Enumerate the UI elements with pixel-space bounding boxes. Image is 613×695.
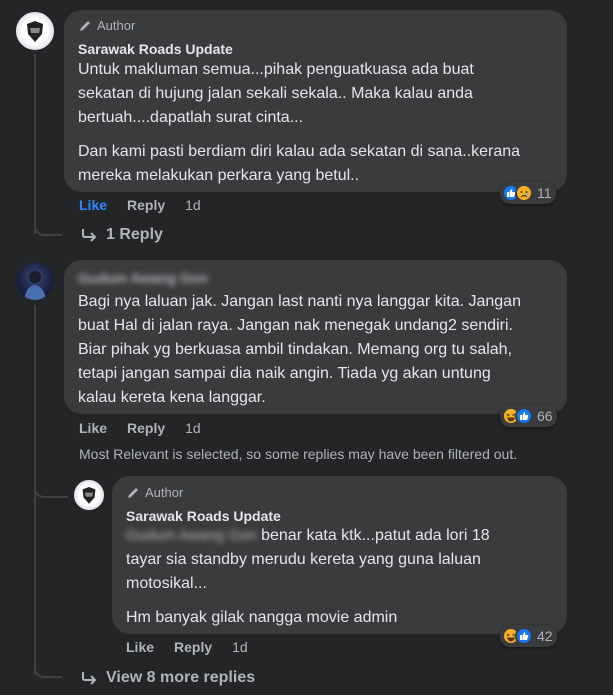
- reply-button[interactable]: Reply: [127, 197, 165, 213]
- like-button[interactable]: Like: [79, 197, 107, 213]
- thread-curve: [34, 480, 68, 498]
- author-badge-label: Author: [145, 485, 184, 500]
- text-line: motosikal...: [126, 575, 207, 592]
- author-badge: Author: [126, 485, 183, 500]
- user-avatar[interactable]: [16, 262, 54, 300]
- comment-text: Bagi nya laluan jak. Jangan last nanti n…: [78, 290, 563, 410]
- user-photo-icon: [24, 271, 46, 300]
- reaction-summary[interactable]: 42: [500, 625, 557, 647]
- reply-arrow-icon: [82, 672, 97, 685]
- text-line: Hm banyak gilak nangga movie admin: [126, 609, 398, 626]
- reply-actions: Like Reply 1d: [126, 639, 268, 655]
- text-line: sekatan di hujung jalan sekali sekala.. …: [78, 85, 473, 102]
- author-badge-label: Author: [97, 18, 136, 33]
- page-avatar[interactable]: [16, 12, 54, 50]
- text-line: mereka melakukan perkara yang betul..: [78, 167, 360, 184]
- text-line: Dan kami pasti berdiam diri kalau ada se…: [78, 143, 521, 160]
- reply-arrow-icon: [82, 229, 97, 242]
- reaction-count: 66: [537, 408, 553, 424]
- commenter-name[interactable]: Sarawak Roads Update: [78, 41, 233, 57]
- reply-button[interactable]: Reply: [127, 420, 165, 436]
- reply-text: Gudum Awang Gon benar kata ktk...patut a…: [126, 524, 561, 630]
- view-replies-label: 1 Reply: [106, 226, 163, 243]
- like-icon: [515, 627, 533, 645]
- mention-blurred[interactable]: Gudum Awang Gon: [126, 524, 257, 548]
- text-fragment: benar kata ktk...patut ada lori 18: [261, 527, 490, 544]
- page-avatar[interactable]: [74, 480, 104, 510]
- commenter-name[interactable]: Sarawak Roads Update: [126, 508, 281, 524]
- like-button[interactable]: Like: [79, 420, 107, 436]
- text-line: tetapi jangan sampai dia naik angin. Tia…: [78, 365, 491, 382]
- thread-curve: [34, 222, 62, 236]
- timestamp[interactable]: 1d: [232, 639, 248, 655]
- text-line: Biar pihak yg berkuasa ambil tindakan. M…: [78, 341, 513, 358]
- comment-actions: Like Reply 1d: [79, 197, 221, 213]
- shield-logo-icon: [21, 17, 49, 45]
- comment-bubble: Author Sarawak Roads Update Untuk maklum…: [64, 10, 567, 192]
- author-badge: Author: [78, 18, 135, 33]
- like-button[interactable]: Like: [126, 639, 154, 655]
- reply-bubble: Author Sarawak Roads Update Gudum Awang …: [112, 476, 567, 634]
- reaction-count: 42: [537, 628, 553, 644]
- comment-bubble: Gudum Awang Gon Bagi nya laluan jak. Jan…: [64, 260, 567, 414]
- filter-notice: Most Relevant is selected, so some repli…: [79, 446, 518, 462]
- reaction-count: 11: [537, 185, 552, 201]
- like-icon: [515, 407, 533, 425]
- text-line: bertuah....dapatlah surat cinta...: [78, 109, 304, 126]
- view-more-replies-label: View 8 more replies: [106, 669, 256, 686]
- sad-icon: [515, 184, 533, 202]
- view-replies-link[interactable]: 1 Reply: [80, 226, 163, 244]
- commenter-name-blurred[interactable]: Gudum Awang Gon: [78, 270, 208, 286]
- shield-logo-icon: [77, 483, 101, 507]
- timestamp[interactable]: 1d: [185, 197, 201, 213]
- text-line: buat Hal di jalan raya. Jangan nak meneg…: [78, 317, 513, 334]
- text-line: Untuk makluman semua...pihak penguatkuas…: [78, 61, 474, 78]
- pencil-icon: [128, 487, 138, 498]
- thread-curve: [34, 664, 62, 678]
- text-line: tayar sia standby merudu kereta yang gun…: [126, 551, 481, 568]
- text-line: kalau kereta kena langgar.: [78, 389, 266, 406]
- reaction-summary[interactable]: 66: [500, 405, 557, 427]
- comment-actions: Like Reply 1d: [79, 420, 221, 436]
- text-line: Bagi nya laluan jak. Jangan last nanti n…: [78, 293, 521, 310]
- timestamp[interactable]: 1d: [185, 420, 201, 436]
- reaction-summary[interactable]: 11: [500, 182, 556, 204]
- comment-text: Untuk makluman semua...pihak penguatkuas…: [78, 58, 558, 188]
- reply-button[interactable]: Reply: [174, 639, 212, 655]
- view-more-replies-link[interactable]: View 8 more replies: [80, 669, 255, 687]
- thread-line: [34, 54, 36, 234]
- text-line: Gudum Awang Gon benar kata ktk...patut a…: [126, 524, 561, 548]
- pencil-icon: [80, 20, 90, 31]
